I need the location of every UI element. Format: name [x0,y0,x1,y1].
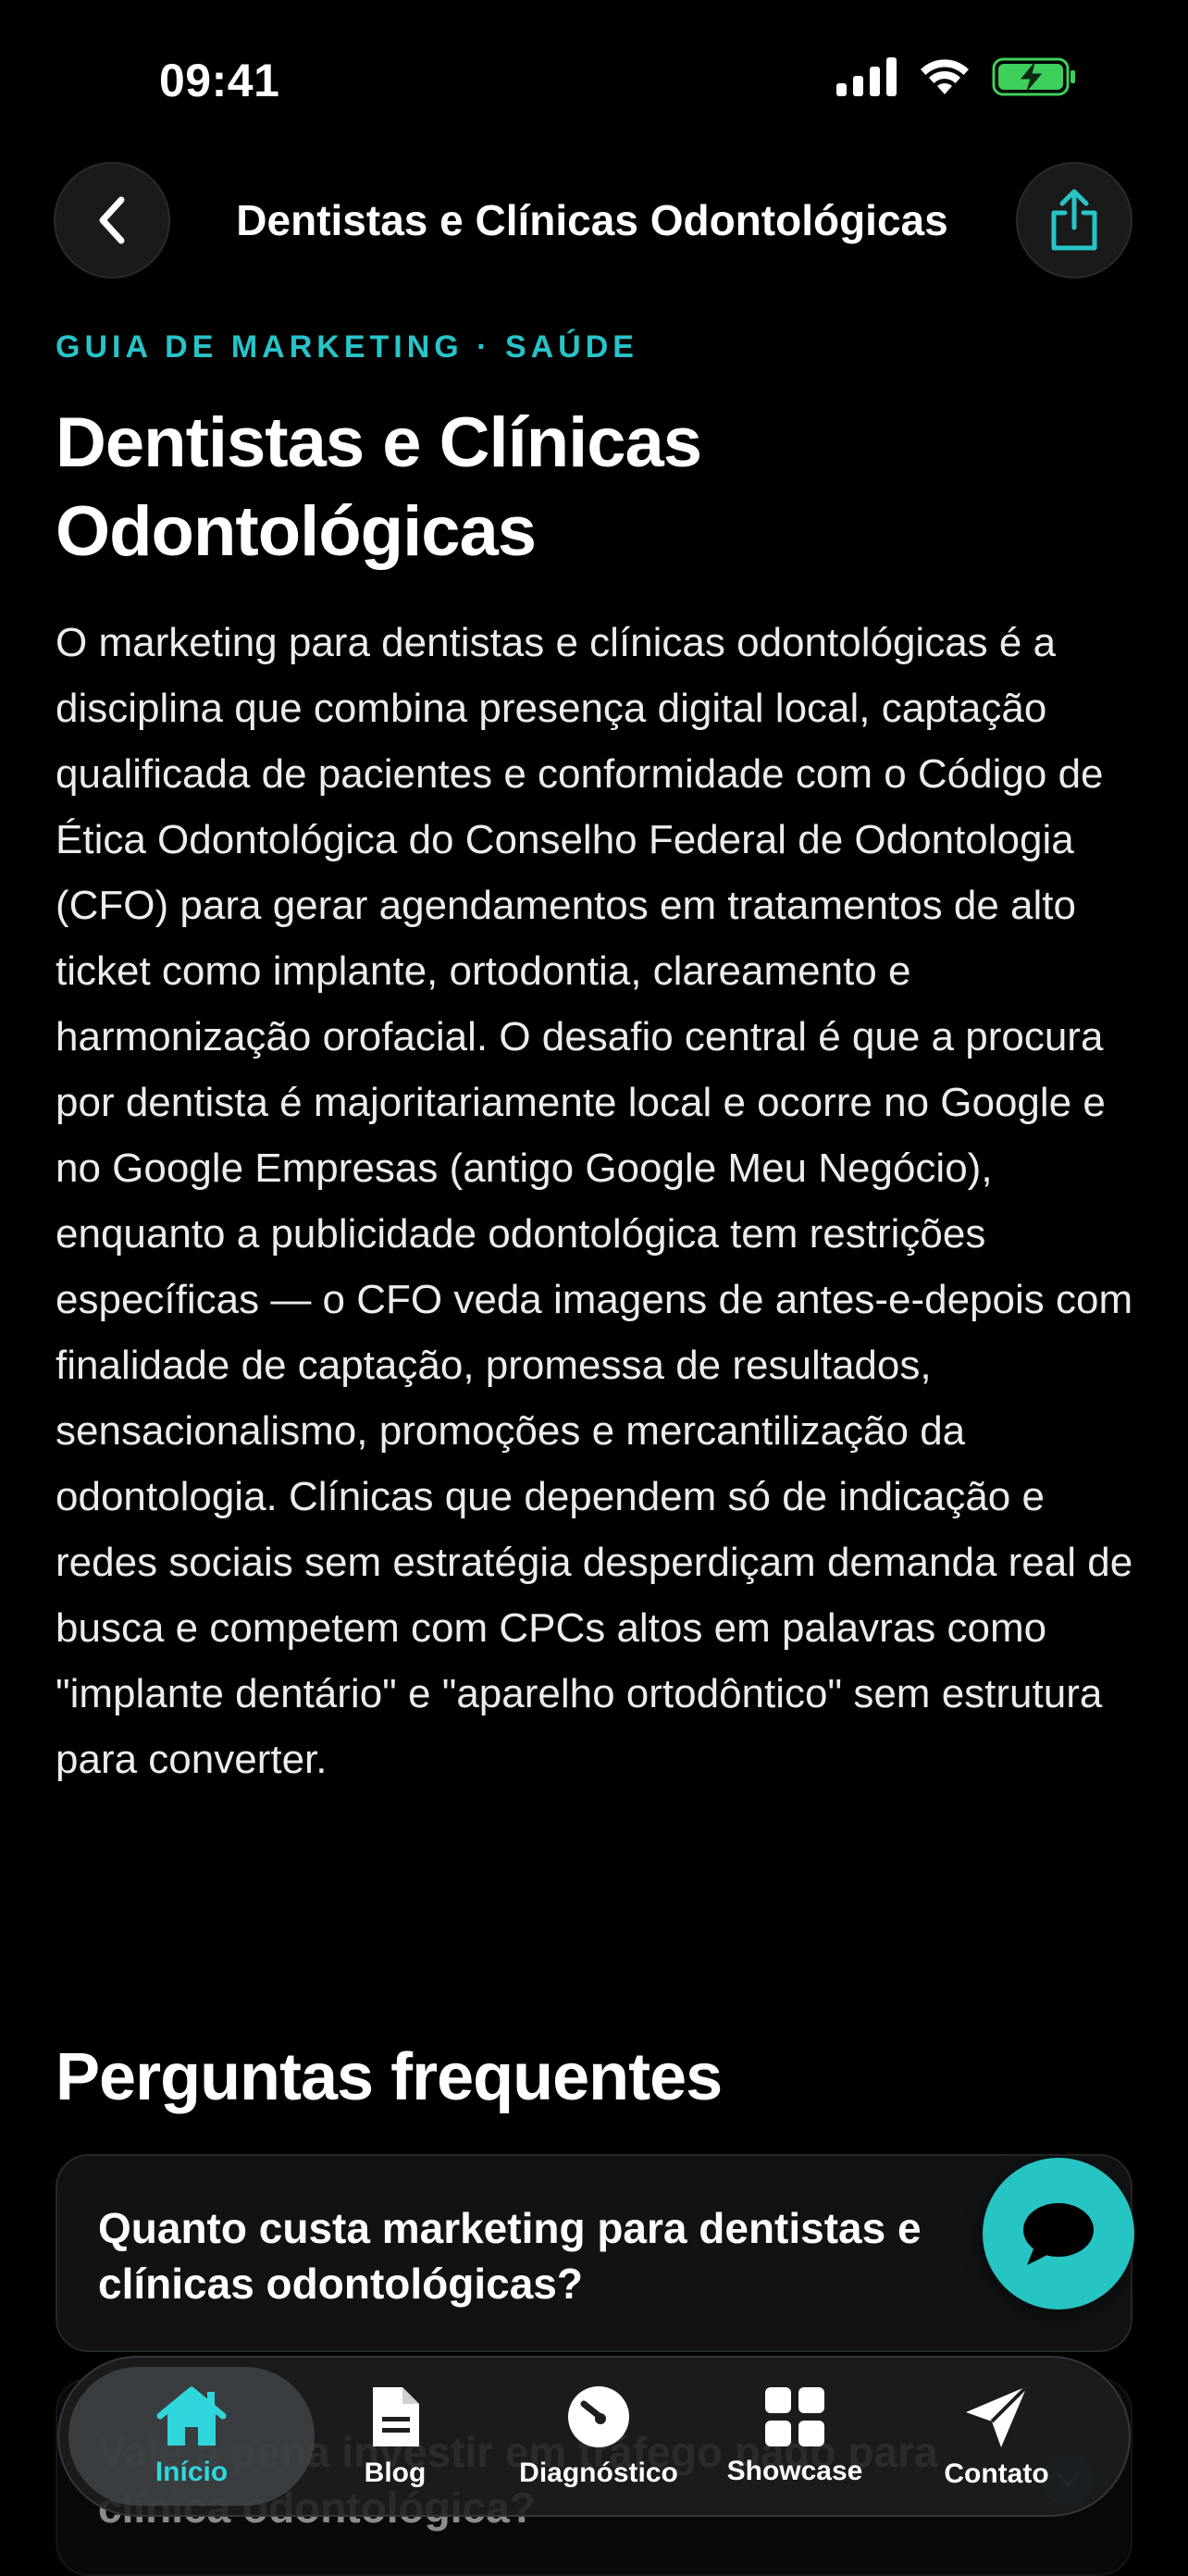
faq-question: Quanto custa marketing para dentistas e … [98,2204,922,2308]
category-eyebrow: GUIA DE MARKETING · SAÚDE [56,329,638,365]
gauge-icon [568,2386,629,2447]
cellular-signal-icon [836,57,897,96]
tab-blog[interactable]: Blog [289,2358,501,2515]
tab-inicio[interactable]: Início [85,2358,298,2515]
home-icon [156,2386,227,2446]
share-button[interactable] [1016,162,1132,279]
tab-showcase[interactable]: Showcase [688,2358,901,2515]
tab-contato[interactable]: Contato [890,2358,1103,2515]
article: GUIA DE MARKETING · SAÚDE Dentistas e Cl… [56,328,1138,1792]
page-title: Dentistas e Clínicas Odontológicas [56,403,702,571]
header-title: Dentistas e Clínicas Odontológicas [236,196,948,244]
chevron-left-icon [99,196,125,244]
document-icon [373,2387,419,2446]
faq-item[interactable]: Quanto custa marketing para dentistas e … [56,2154,1132,2352]
header: Dentistas e Clínicas Odontológicas [0,162,1188,282]
tab-label: Blog [364,2458,427,2488]
status-time: 09:41 [159,55,280,106]
chat-button[interactable] [983,2158,1134,2310]
intro-paragraph: O marketing para dentistas e clínicas od… [56,620,1133,1782]
tab-label: Diagnóstico [519,2458,678,2488]
tab-label: Contato [944,2458,1049,2489]
tab-label: Início [155,2457,229,2487]
share-icon [1051,189,1097,251]
back-button[interactable] [54,162,170,279]
tab-label: Showcase [726,2456,863,2486]
wifi-icon [921,59,969,94]
faq-heading: Perguntas frequentes [56,2040,723,2114]
chat-bubble-icon [1023,2203,1094,2265]
status-bar: 09:41 [0,0,1188,157]
bottom-tab-bar: Início Blog Diagnóstico Showcase Contato [57,2356,1131,2517]
tab-diagnostico[interactable]: Diagnóstico [492,2358,705,2515]
battery-charging-icon [992,57,1075,96]
status-icons [836,57,1077,96]
send-icon [966,2384,1029,2447]
grid-icon [765,2387,824,2446]
